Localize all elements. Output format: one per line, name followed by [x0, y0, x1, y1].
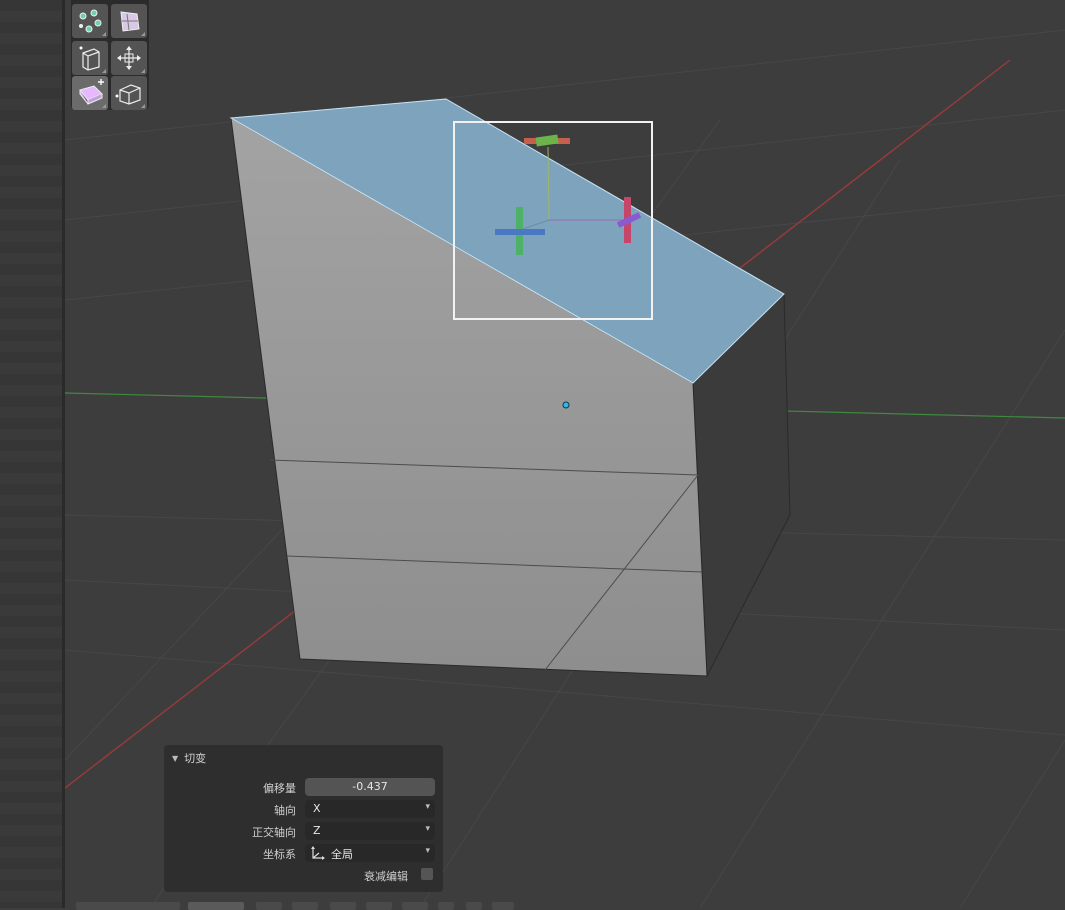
ortho-axis-row: 正交轴向 Z ▾: [164, 821, 443, 841]
mode-selector[interactable]: [76, 902, 180, 910]
orientation-label: 坐标系: [263, 848, 296, 861]
ortho-axis-dropdown[interactable]: Z ▾: [305, 822, 435, 840]
chevron-down-icon: ▾: [425, 802, 430, 812]
menu-vertex[interactable]: [402, 902, 428, 910]
proportional-label: 衰减编辑: [364, 870, 408, 883]
tool-rip-region[interactable]: [111, 76, 147, 110]
tool-push-pull[interactable]: [72, 41, 108, 75]
axis-value: X: [313, 802, 321, 815]
chevron-down-icon: ▾: [425, 846, 430, 856]
proportional-row: 衰减编辑: [164, 865, 443, 885]
tool-shrink-fatten[interactable]: [111, 4, 147, 38]
global-orientation-icon: [311, 846, 325, 860]
viewport-header-strip: [70, 899, 520, 910]
menu-uv[interactable]: [492, 902, 514, 910]
outliner-strip: [0, 0, 62, 908]
proportional-checkbox[interactable]: [421, 868, 433, 880]
menu-face[interactable]: [466, 902, 482, 910]
menu-edge[interactable]: [438, 902, 454, 910]
ortho-axis-value: Z: [313, 824, 321, 837]
menu-select[interactable]: [292, 902, 318, 910]
axis-label: 轴向: [274, 804, 296, 817]
menu-mesh[interactable]: [366, 902, 392, 910]
tool-shelf: [71, 0, 149, 110]
tool-shear[interactable]: [72, 76, 108, 110]
menu-view[interactable]: [256, 902, 282, 910]
offset-label: 偏移量: [263, 782, 296, 795]
operator-redo-panel: ▼ 切变 偏移量 -0.437 轴向 X ▾ 正交轴向 Z ▾ 坐标系 全局 ▾: [164, 745, 443, 892]
orientation-dropdown[interactable]: 全局 ▾: [305, 844, 435, 862]
ortho-axis-label: 正交轴向: [252, 826, 296, 839]
menu-add[interactable]: [330, 902, 356, 910]
tool-random-vertices[interactable]: [72, 4, 108, 38]
collapse-triangle-icon[interactable]: ▼: [172, 754, 178, 763]
orientation-row: 坐标系 全局 ▾: [164, 843, 443, 863]
select-mode-buttons[interactable]: [188, 902, 244, 910]
panel-title: 切变: [184, 752, 207, 765]
panel-header[interactable]: ▼ 切变: [172, 750, 206, 766]
axis-row: 轴向 X ▾: [164, 799, 443, 819]
tool-to-sphere[interactable]: [111, 41, 147, 75]
object-origin: [562, 401, 570, 409]
chevron-down-icon: ▾: [425, 824, 430, 834]
offset-row: 偏移量 -0.437: [164, 777, 443, 797]
orientation-value: 全局: [331, 848, 353, 861]
axis-dropdown[interactable]: X ▾: [305, 800, 435, 818]
offset-value-field[interactable]: -0.437: [305, 778, 435, 796]
